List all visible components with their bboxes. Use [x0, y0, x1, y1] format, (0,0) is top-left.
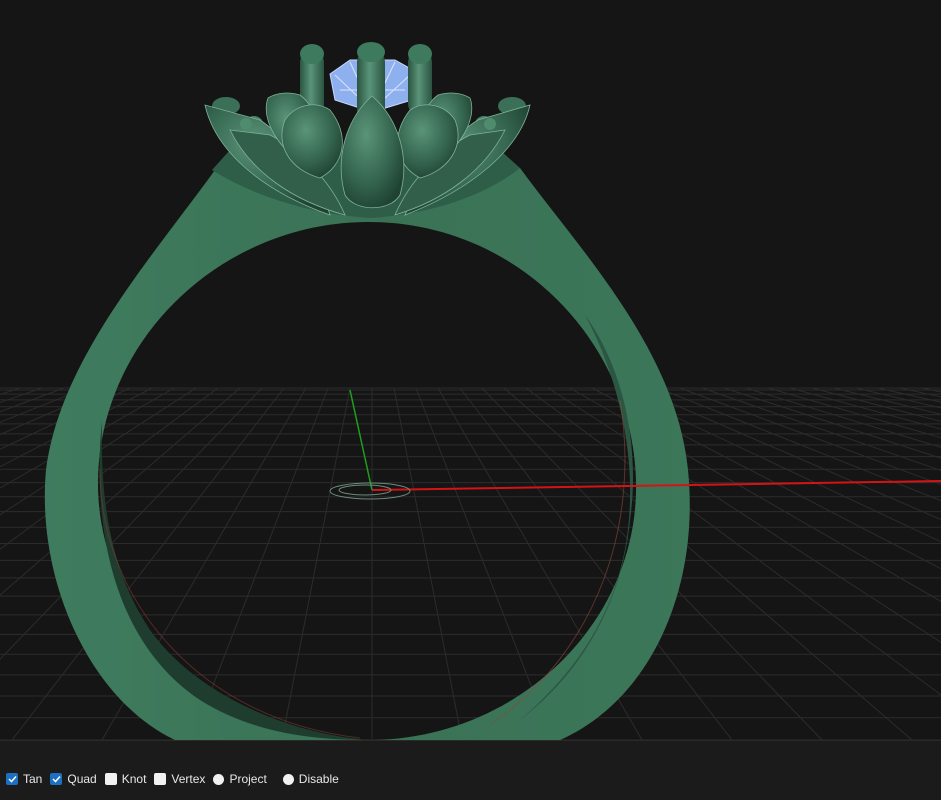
grid-line	[745, 387, 941, 448]
grid-line	[723, 387, 941, 459]
grid-line	[679, 387, 941, 486]
osnap-label: Quad	[67, 772, 97, 786]
osnap-label: Project	[229, 772, 267, 786]
grid-line	[657, 387, 941, 502]
checkbox-checked-icon[interactable]	[6, 773, 18, 785]
status-bar: Tan Quad Knot Vertex Project Disable	[0, 740, 941, 800]
checkbox-checked-icon[interactable]	[50, 773, 63, 785]
radio-icon[interactable]	[213, 773, 225, 785]
y-axis	[349, 389, 373, 491]
osnap-toolbar: Tan Quad Knot Vertex Project Disable	[6, 771, 347, 787]
osnap-knot[interactable]: Knot	[104, 772, 147, 786]
osnap-vertex[interactable]: Vertex	[154, 773, 205, 785]
grid-line	[281, 387, 351, 740]
osnap-label: Vertex	[171, 772, 206, 786]
osnap-label: Disable	[298, 772, 339, 786]
checkbox-unchecked-icon[interactable]	[154, 773, 167, 785]
osnap-disable[interactable]: Disable	[282, 772, 339, 786]
radio-icon[interactable]	[282, 773, 294, 785]
scene-canvas	[0, 42, 941, 740]
osnap-quad[interactable]: Quad	[50, 772, 97, 786]
checkbox-unchecked-icon[interactable]	[104, 773, 117, 785]
center-petal	[340, 95, 405, 208]
grid-line	[855, 387, 941, 409]
osnap-project[interactable]: Project	[213, 772, 267, 786]
osnap-label: Knot	[121, 772, 147, 786]
osnap-tan[interactable]: Tan	[6, 773, 42, 785]
grid-line	[191, 387, 329, 740]
grid-line	[393, 387, 463, 740]
osnap-label: Tan	[23, 772, 43, 786]
perspective-viewport[interactable]	[0, 0, 941, 740]
